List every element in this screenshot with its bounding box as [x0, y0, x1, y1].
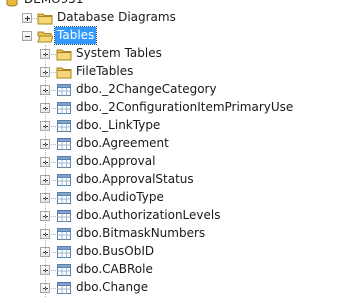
table-icon: [56, 262, 72, 278]
tree-node-table[interactable]: dbo.AudioType: [0, 189, 362, 207]
collapse-button[interactable]: [22, 31, 32, 41]
tree-node-table[interactable]: dbo.ApprovalStatus: [0, 171, 362, 189]
table-icon: [56, 136, 72, 152]
table-icon: [56, 226, 72, 242]
folder-icon: [56, 64, 72, 80]
tree-node-table[interactable]: dbo.Agreement: [0, 135, 362, 153]
tree-node-label[interactable]: Database Diagrams: [55, 9, 178, 26]
tree-node-label[interactable]: dbo.AuthorizationLevels: [74, 207, 222, 224]
table-icon: [56, 208, 72, 224]
tree-node-label[interactable]: dbo.BusObID: [74, 243, 156, 260]
table-icon: [56, 244, 72, 260]
tree-node-table[interactable]: dbo.AuthorizationLevels: [0, 207, 362, 225]
tree-node-label[interactable]: dbo.Agreement: [74, 135, 171, 152]
tree-node-database[interactable]: DEMO951: [0, 0, 362, 9]
tree-node-label[interactable]: dbo._2ConfigurationItemPrimaryUse: [74, 99, 295, 116]
table-icon: [56, 280, 72, 296]
tree-node-label[interactable]: dbo.Change: [74, 279, 150, 296]
tree-node-label[interactable]: System Tables: [74, 45, 164, 62]
tree-node-table[interactable]: dbo.CABRole: [0, 261, 362, 279]
folder-icon: [56, 46, 72, 62]
table-icon: [56, 100, 72, 116]
table-icon: [56, 190, 72, 206]
table-icon: [56, 82, 72, 98]
tree-node-folder[interactable]: FileTables: [0, 63, 362, 81]
tree-node-table[interactable]: dbo.Approval: [0, 153, 362, 171]
tree-node-tables[interactable]: Tables: [0, 26, 362, 45]
table-icon: [56, 118, 72, 134]
tree-node-label[interactable]: dbo.Approval: [74, 153, 157, 170]
database-icon: [4, 0, 20, 8]
tree-node-label[interactable]: dbo.BitmaskNumbers: [74, 225, 207, 242]
expand-button[interactable]: [22, 13, 32, 23]
tree-node-table[interactable]: dbo.Change: [0, 279, 362, 297]
folder-icon: [37, 10, 53, 26]
tree-node-database-diagrams[interactable]: Database Diagrams: [0, 9, 362, 27]
tree-node-table[interactable]: dbo._LinkType: [0, 117, 362, 135]
tree-node-table[interactable]: dbo.BitmaskNumbers: [0, 225, 362, 243]
tree-node-table[interactable]: dbo._2ConfigurationItemPrimaryUse: [0, 99, 362, 117]
tree-node-table[interactable]: dbo._2ChangeCategory: [0, 81, 362, 99]
tree-node-label[interactable]: DEMO951: [22, 0, 86, 8]
folder-open-icon: [37, 28, 53, 44]
tables-children: System Tables FileTables dbo._2ChangeCateg…: [0, 45, 362, 297]
tree-node-label[interactable]: dbo.AudioType: [74, 189, 166, 206]
tree-node-table[interactable]: dbo.BusObID: [0, 243, 362, 261]
tree-node-label-selected[interactable]: Tables: [53, 26, 98, 45]
table-icon: [56, 172, 72, 188]
tree-node-folder[interactable]: System Tables: [0, 45, 362, 63]
tree-node-label[interactable]: dbo.ApprovalStatus: [74, 171, 196, 188]
table-icon: [56, 154, 72, 170]
tree-node-label[interactable]: dbo.CABRole: [74, 261, 155, 278]
tree-node-label[interactable]: dbo._LinkType: [74, 117, 162, 134]
object-explorer-tree: DEMO951 Database Diagrams Tables System …: [0, 0, 362, 297]
tree-node-label[interactable]: dbo._2ChangeCategory: [74, 81, 219, 98]
tree-connector-vertical: [45, 45, 46, 297]
tree-node-label[interactable]: FileTables: [74, 63, 135, 80]
